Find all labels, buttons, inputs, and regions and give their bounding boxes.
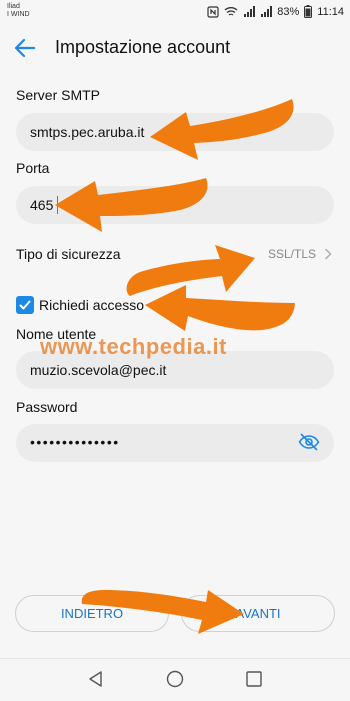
battery-percent: 83% xyxy=(277,5,300,18)
carrier-info: Iliad I WIND xyxy=(7,3,30,19)
require-login-checkbox[interactable] xyxy=(16,296,34,314)
nfc-icon xyxy=(207,5,219,18)
security-type-label: Tipo di sicurezza xyxy=(16,246,121,262)
wifi-icon xyxy=(224,6,238,17)
require-login-label: Richiedi accesso xyxy=(39,297,145,313)
system-nav-bar xyxy=(0,658,350,701)
password-field[interactable]: •••••••••••••• xyxy=(16,424,334,462)
security-type-row[interactable]: Tipo di sicurezza SSL/TLS xyxy=(16,243,334,267)
back-arrow-icon[interactable] xyxy=(12,35,40,61)
port-value[interactable]: 465 xyxy=(30,197,53,213)
checkmark-icon xyxy=(19,300,31,310)
nav-recents-icon[interactable] xyxy=(245,670,263,693)
page-title: Impostazione account xyxy=(55,37,231,57)
status-bar: Iliad I WIND 83% 11:14 xyxy=(0,0,350,26)
server-smtp-value[interactable]: smtps.pec.aruba.it xyxy=(30,124,144,140)
text-cursor xyxy=(57,196,58,214)
require-login-checkbox-row[interactable]: Richiedi accesso xyxy=(16,294,144,316)
eye-hidden-icon[interactable] xyxy=(298,432,320,457)
back-button[interactable]: INDIETRO xyxy=(15,595,169,632)
watermark: www.techpedia.it xyxy=(40,334,227,359)
nav-back-icon[interactable] xyxy=(87,670,105,693)
username-value[interactable]: muzio.scevola@pec.it xyxy=(30,362,166,378)
server-smtp-field[interactable]: smtps.pec.aruba.it xyxy=(16,113,334,151)
nav-home-icon[interactable] xyxy=(166,670,184,693)
battery-icon xyxy=(304,5,313,18)
arrow-login xyxy=(145,285,295,331)
signal-icon-2 xyxy=(260,5,273,18)
carrier-line-2: I WIND xyxy=(7,11,30,18)
port-label: Porta xyxy=(16,160,50,176)
password-value[interactable]: •••••••••••••• xyxy=(30,434,120,450)
server-smtp-label: Server SMTP xyxy=(16,87,101,103)
security-type-value: SSL/TLS xyxy=(267,247,316,261)
signal-icon xyxy=(243,5,256,18)
port-field[interactable]: 465 xyxy=(16,186,334,224)
next-button[interactable]: AVANTI xyxy=(181,595,335,632)
password-label: Password xyxy=(16,399,78,415)
clock: 11:14 xyxy=(317,5,344,18)
app-header: Impostazione account xyxy=(0,26,350,70)
chevron-right-icon xyxy=(324,247,332,265)
carrier-line-1: Iliad xyxy=(7,3,20,10)
